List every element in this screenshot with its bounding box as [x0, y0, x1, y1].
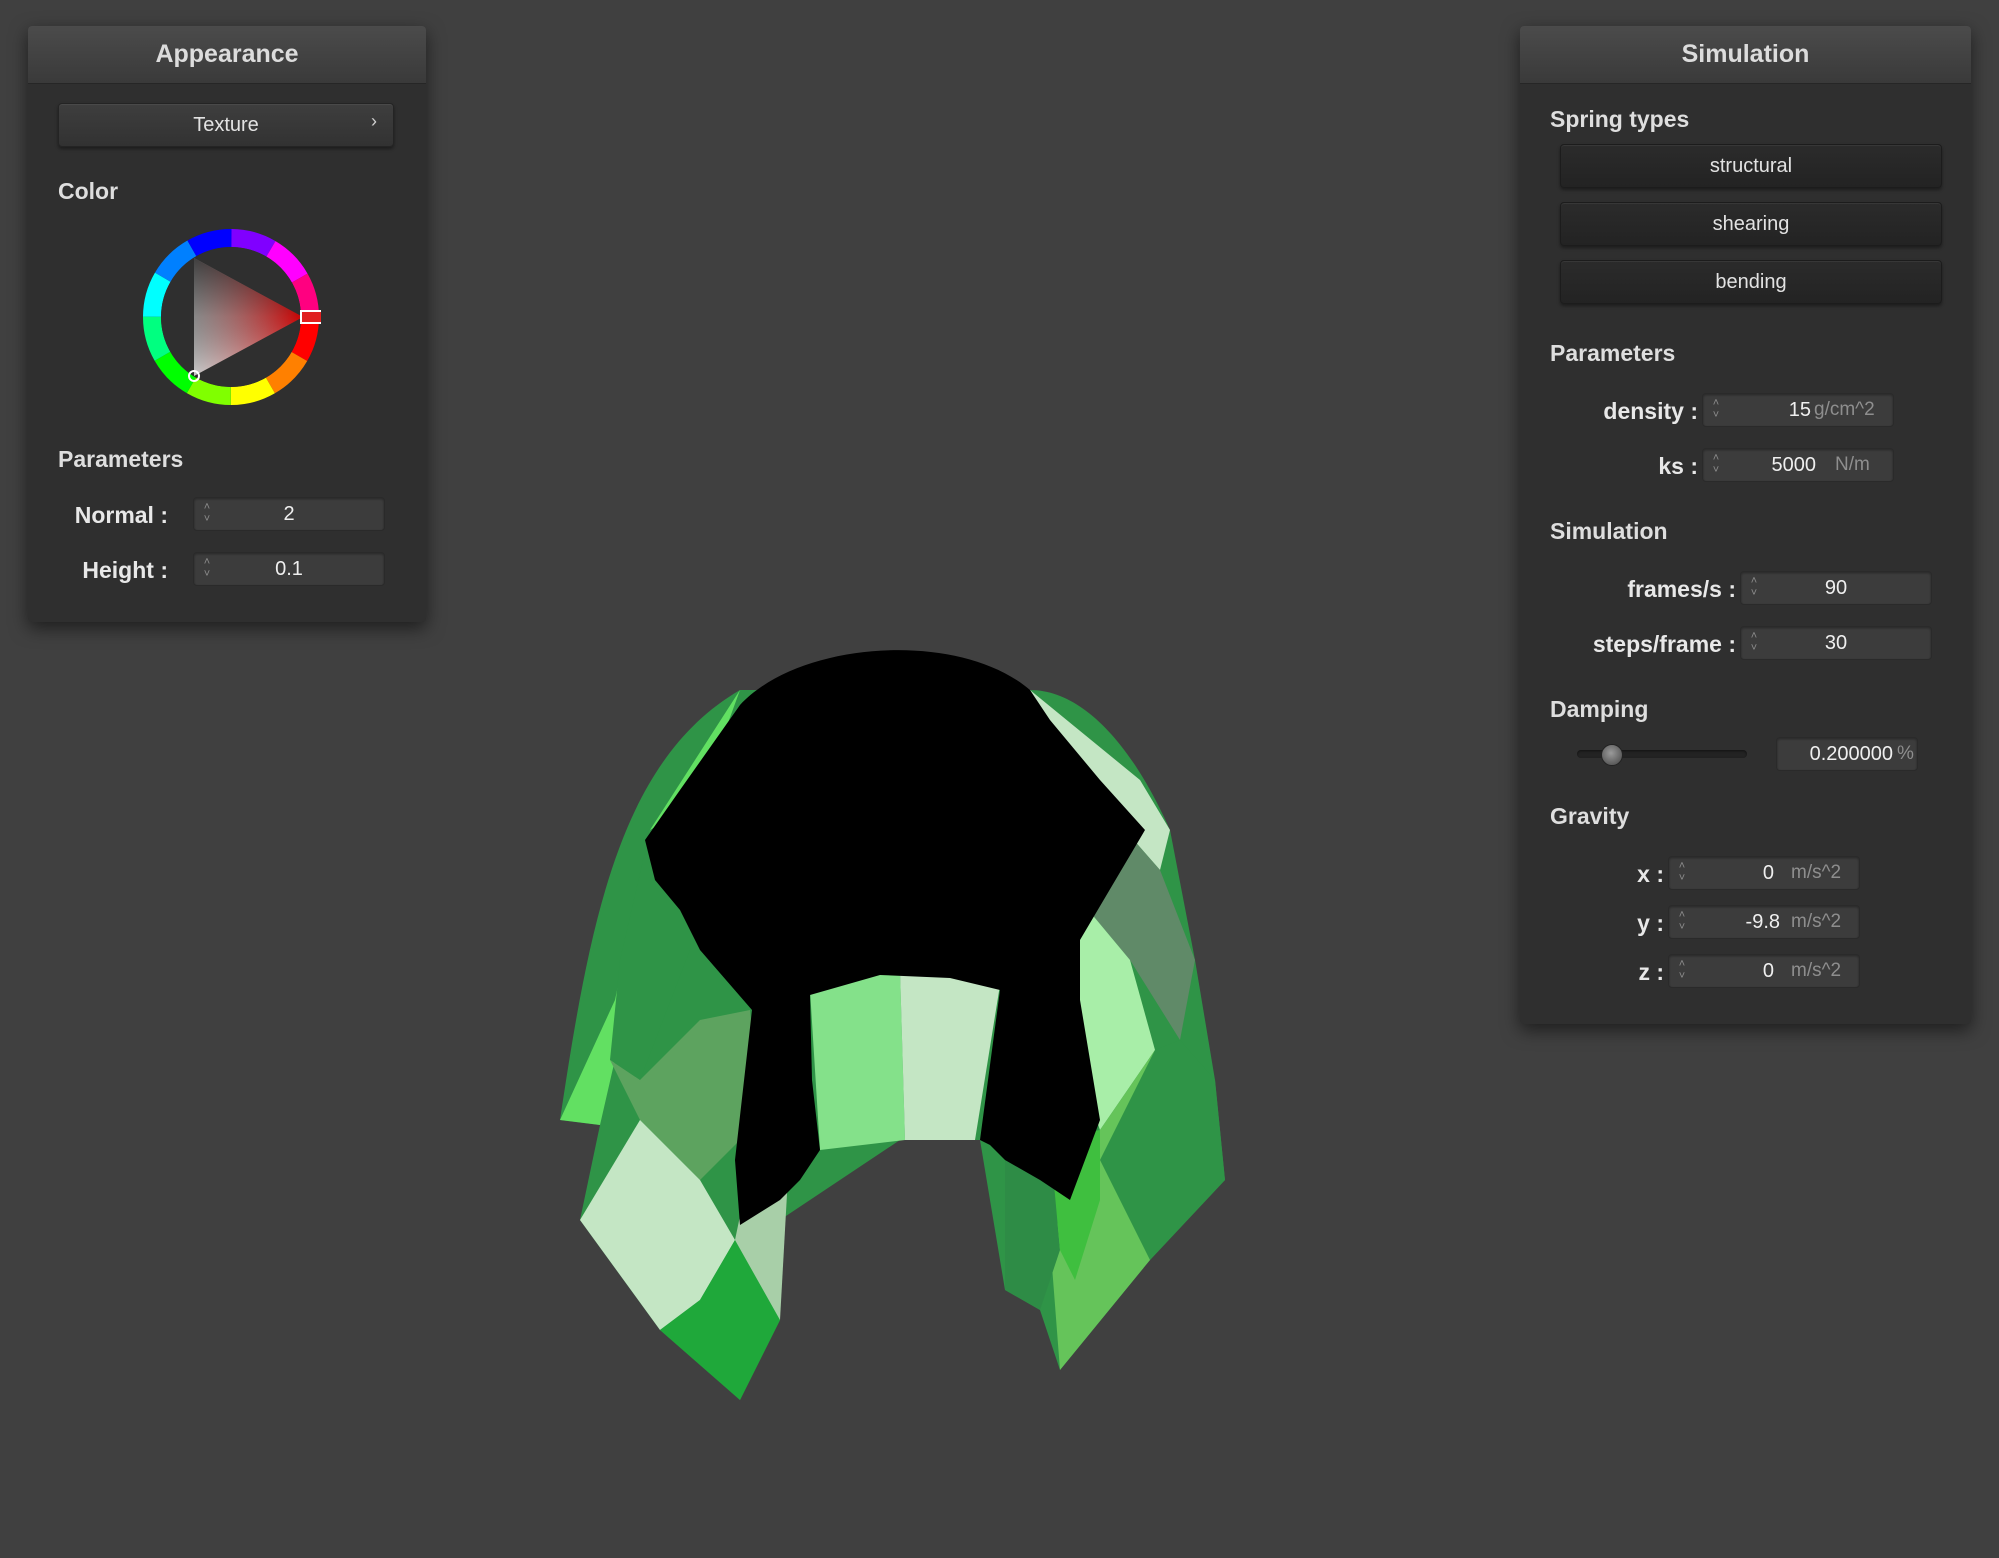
stepper-icon[interactable]: ˄ ˅: [200, 556, 214, 582]
density-label: density :: [1603, 398, 1698, 424]
simulation-title: Simulation: [1520, 26, 1971, 84]
damping-unit: %: [1897, 743, 1914, 764]
ks-field[interactable]: ˄ ˅ 5000 N/m: [1702, 448, 1894, 482]
damping-value: 0.200000: [1809, 743, 1893, 765]
ks-label: ks :: [1658, 453, 1698, 479]
steps-value: 30: [1824, 632, 1848, 654]
density-unit: g/cm^2: [1814, 399, 1875, 420]
appearance-parameters-label: Parameters: [58, 446, 184, 472]
stepper-icon[interactable]: ˄ ˅: [1747, 575, 1761, 601]
steps-field[interactable]: ˄ ˅ 30: [1740, 626, 1932, 660]
color-label: Color: [58, 178, 119, 204]
texture-button-label: Texture: [193, 113, 259, 136]
gravity-x-value: 0: [1762, 862, 1774, 884]
gravity-y-unit: m/s^2: [1791, 911, 1842, 932]
gravity-x-unit: m/s^2: [1791, 862, 1842, 883]
hue-marker[interactable]: [300, 310, 321, 324]
stepper-icon[interactable]: ˄ ˅: [1709, 397, 1723, 423]
normal-field[interactable]: ˄ ˅ 2: [193, 497, 385, 531]
stepper-icon[interactable]: ˄ ˅: [1675, 958, 1689, 984]
gravity-y-label: y :: [1637, 910, 1664, 936]
stepper-icon[interactable]: ˄ ˅: [1709, 452, 1723, 478]
gravity-y-value: -9.8: [1745, 911, 1780, 933]
gravity-y-field[interactable]: ˄ ˅ -9.8 m/s^2: [1668, 905, 1860, 939]
gravity-x-field[interactable]: ˄ ˅ 0 m/s^2: [1668, 856, 1860, 890]
damping-slider-knob[interactable]: [1601, 744, 1623, 766]
color-wheel[interactable]: [141, 227, 321, 407]
gravity-label: Gravity: [1550, 803, 1630, 829]
ks-value: 5000: [1771, 454, 1817, 476]
structural-button[interactable]: structural: [1560, 144, 1942, 188]
density-value: 15: [1788, 399, 1811, 421]
steps-label: steps/frame :: [1592, 631, 1736, 657]
height-field[interactable]: ˄ ˅ 0.1: [193, 552, 385, 586]
texture-button[interactable]: Texture ›: [58, 103, 394, 147]
fps-field[interactable]: ˄ ˅ 90: [1740, 571, 1932, 605]
gravity-z-value: 0: [1762, 960, 1774, 982]
height-value: 0.1: [275, 558, 303, 580]
stepper-icon[interactable]: ˄ ˅: [1747, 630, 1761, 656]
simulation-panel: Simulation Spring types structural shear…: [1520, 26, 1971, 1024]
bending-button[interactable]: bending: [1560, 260, 1942, 304]
chevron-right-icon: ›: [371, 111, 377, 131]
fps-label: frames/s :: [1627, 576, 1736, 602]
damping-label: Damping: [1550, 696, 1649, 722]
simulation-section-label: Simulation: [1550, 518, 1668, 544]
normal-label: Normal :: [74, 502, 168, 528]
cloth-patch: [810, 970, 905, 1150]
damping-field[interactable]: 0.200000 %: [1776, 737, 1918, 771]
stepper-icon[interactable]: ˄ ˅: [200, 501, 214, 527]
appearance-panel: Appearance Texture › Color Parameters No…: [28, 26, 426, 622]
gravity-z-label: z :: [1638, 959, 1664, 985]
normal-value: 2: [283, 503, 295, 525]
ks-unit: N/m: [1835, 454, 1870, 475]
height-label: Height :: [82, 557, 168, 583]
gravity-z-unit: m/s^2: [1791, 960, 1842, 981]
appearance-title: Appearance: [28, 26, 426, 84]
stepper-icon[interactable]: ˄ ˅: [1675, 909, 1689, 935]
sim-parameters-label: Parameters: [1550, 340, 1676, 366]
fps-value: 90: [1824, 577, 1848, 599]
gravity-x-label: x :: [1637, 861, 1664, 887]
gravity-z-field[interactable]: ˄ ˅ 0 m/s^2: [1668, 954, 1860, 988]
shearing-button[interactable]: shearing: [1560, 202, 1942, 246]
spring-types-label: Spring types: [1550, 106, 1690, 132]
density-field[interactable]: ˄ ˅ 15 g/cm^2: [1702, 393, 1894, 427]
stepper-icon[interactable]: ˄ ˅: [1675, 860, 1689, 886]
